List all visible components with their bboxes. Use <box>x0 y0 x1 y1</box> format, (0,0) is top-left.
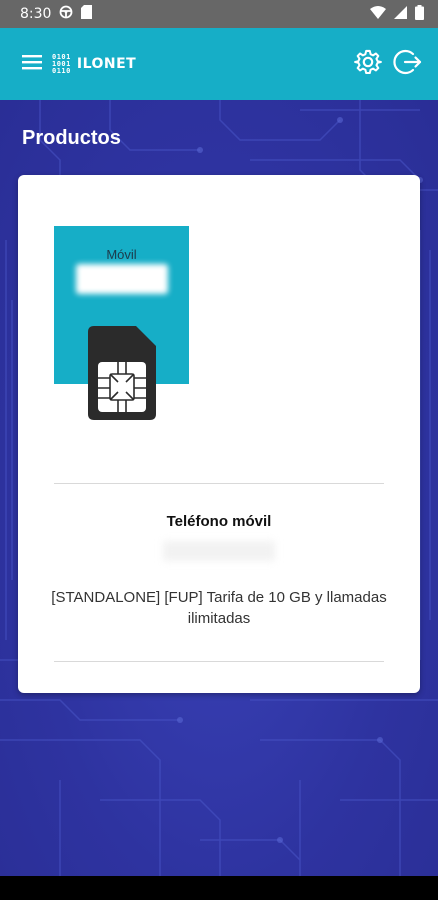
product-card[interactable]: Móvil Teléfono móvil [STANDALONE] [FUP] … <box>18 175 420 693</box>
status-bar: 8:30 <box>0 0 438 28</box>
logo-bits-row: 0110 <box>52 66 71 75</box>
sim-card-icon <box>88 326 156 420</box>
product-number-blurred <box>163 541 275 561</box>
blurred-number <box>76 264 168 294</box>
divider-top <box>54 483 384 484</box>
status-time: 8:30 <box>20 6 52 22</box>
settings-icon[interactable] <box>354 48 382 81</box>
product-image: Móvil <box>54 226 189 421</box>
divider-bottom <box>54 661 384 662</box>
navigation-bar <box>0 876 438 900</box>
sd-card-icon <box>81 5 93 23</box>
page-title: Productos <box>22 127 121 149</box>
wifi-icon <box>370 5 386 23</box>
menu-icon[interactable] <box>22 54 42 75</box>
battery-icon <box>415 4 424 24</box>
steering-wheel-icon <box>59 5 73 23</box>
ilonet-logo: 0101 1001 0110 ILONET <box>52 53 137 75</box>
logout-icon[interactable] <box>392 47 422 82</box>
app-bar: 0101 1001 0110 ILONET <box>0 28 438 100</box>
sim-image-label: Móvil <box>106 247 137 262</box>
content-area: Productos Móvil Teléfono móvil [STANDALO… <box>0 100 438 876</box>
logo-bits: 0101 1001 0110 <box>52 53 71 75</box>
signal-icon <box>394 5 407 23</box>
product-description: [STANDALONE] [FUP] Tarifa de 10 GB y lla… <box>51 589 387 627</box>
product-type: Teléfono móvil <box>166 513 272 530</box>
logo-text: ILONET <box>76 56 137 72</box>
